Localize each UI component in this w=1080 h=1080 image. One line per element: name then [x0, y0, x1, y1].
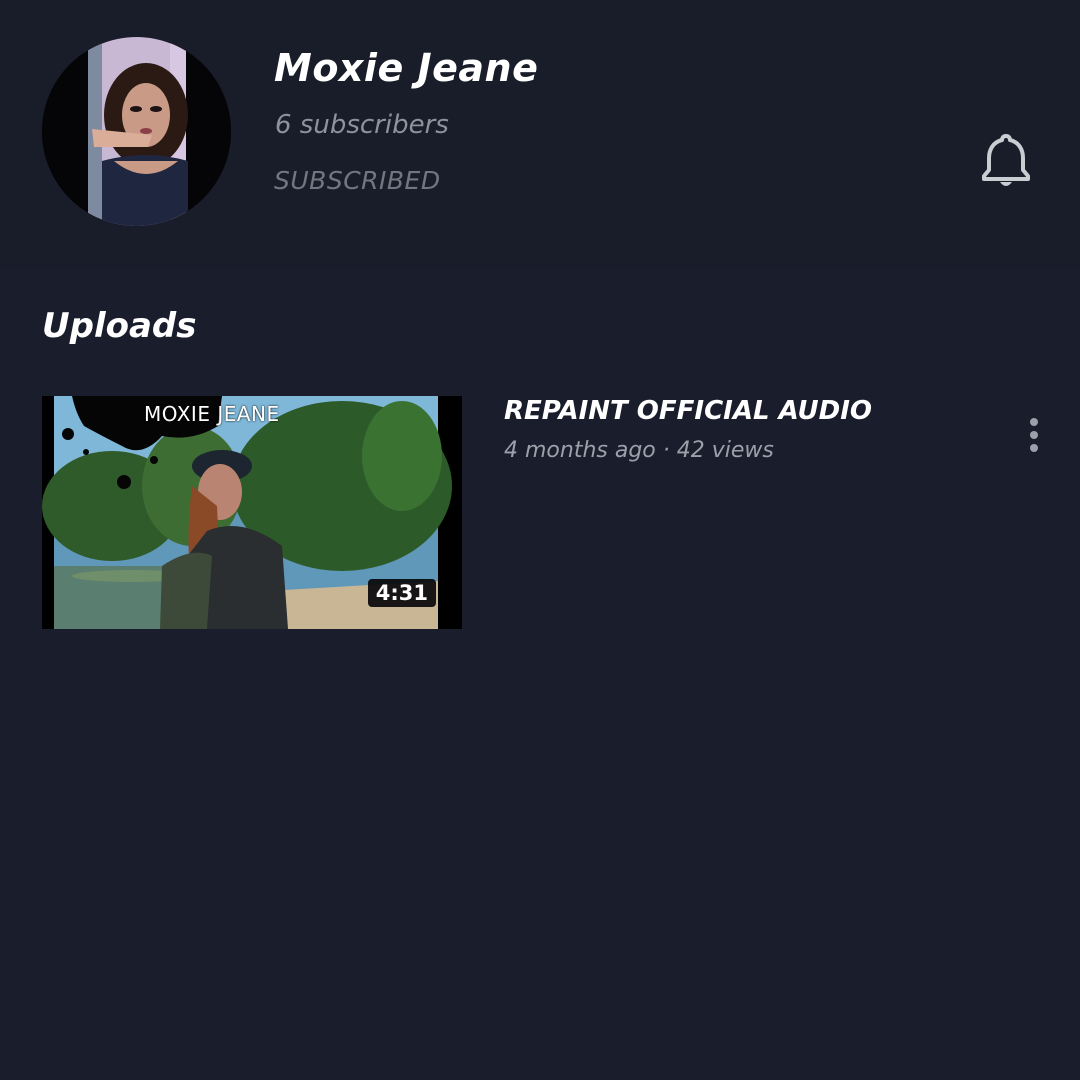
menu-dot: [1030, 418, 1038, 426]
avatar-photo: [42, 37, 231, 226]
channel-page: Moxie Jeane 6 subscribers SUBSCRIBED Upl…: [0, 0, 1080, 1080]
bell-icon: [982, 134, 1030, 186]
subscriber-count: 6 subscribers: [275, 110, 449, 140]
video-list-item[interactable]: MOXIE JEANE 4:31 REPAINT OFFICIAL AUDIO …: [42, 396, 1052, 630]
duration-badge: 4:31: [367, 579, 436, 607]
notification-bell-button[interactable]: [978, 130, 1034, 192]
video-meta: 4 months ago · 42 views: [504, 438, 774, 463]
uploads-heading: Uploads: [42, 306, 197, 346]
video-thumbnail[interactable]: MOXIE JEANE 4:31: [42, 396, 462, 629]
video-title[interactable]: REPAINT OFFICIAL AUDIO: [504, 396, 872, 426]
menu-dot: [1030, 431, 1038, 439]
channel-name: Moxie Jeane: [274, 46, 539, 90]
menu-dot: [1030, 444, 1038, 452]
channel-header: Moxie Jeane 6 subscribers SUBSCRIBED: [0, 0, 1080, 268]
subscribed-button[interactable]: SUBSCRIBED: [274, 166, 441, 195]
more-vert-icon[interactable]: [1020, 414, 1048, 456]
thumbnail-caption: MOXIE JEANE: [144, 402, 280, 426]
channel-avatar[interactable]: [42, 37, 231, 226]
